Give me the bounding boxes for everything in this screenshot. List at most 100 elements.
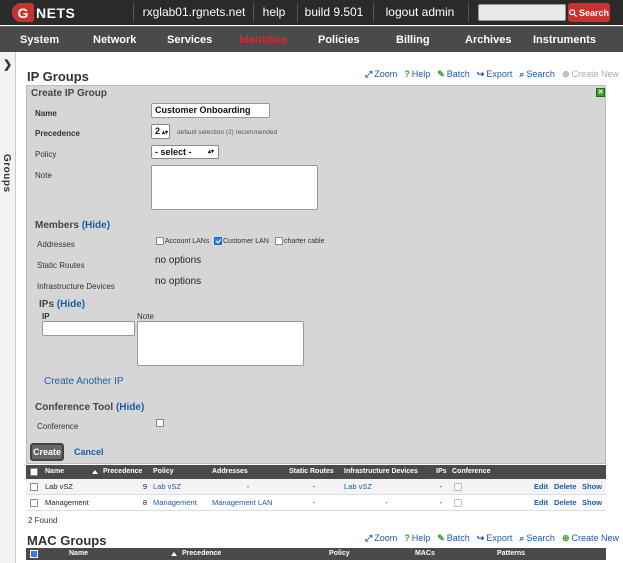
- ip-groups-toolbar: ⤢ Zoom ? Help ✎ Batch ↪ Export ⌕ Search ⊕ Crea…: [358, 67, 619, 81]
- search-icon: [569, 8, 577, 17]
- col-name[interactable]: Name: [69, 548, 88, 560]
- row-policy-link[interactable]: Lab vSZ: [153, 479, 181, 495]
- ips-hide-link[interactable]: (Hide): [57, 299, 85, 310]
- table-row: Lab vSZ 9 Lab vSZ - - Lab vSZ - Edit Del…: [26, 479, 606, 495]
- col-policy[interactable]: Policy: [329, 548, 350, 560]
- col-addresses[interactable]: Addresses: [212, 465, 248, 479]
- row-edit-link[interactable]: Edit: [534, 495, 548, 511]
- create-button[interactable]: Create: [30, 443, 64, 461]
- batch-tool[interactable]: ✎ Batch: [437, 69, 470, 80]
- batch-tool[interactable]: ✎ Batch: [437, 533, 470, 544]
- precedence-value: 2: [155, 126, 161, 136]
- col-conference[interactable]: Conference: [452, 465, 491, 479]
- create-new-tool[interactable]: ⊕ Create New: [562, 533, 619, 544]
- charter-cable-label: charter cable: [284, 238, 325, 245]
- nav-identities[interactable]: Identities: [239, 27, 287, 53]
- row-delete-link[interactable]: Delete: [554, 495, 577, 511]
- create-ip-group-panel: Create IP Group ✕ Name Customer Onboardi…: [26, 85, 606, 464]
- row-delete-link[interactable]: Delete: [554, 479, 577, 495]
- help-tool[interactable]: ? Help: [404, 533, 430, 543]
- create-new-tool: ⊕ Create New: [562, 69, 619, 80]
- note-textarea[interactable]: [151, 165, 318, 210]
- global-search-button[interactable]: Search: [568, 3, 610, 22]
- name-label: Name: [35, 109, 57, 118]
- export-tool[interactable]: ↪ Export: [477, 69, 513, 80]
- global-search-input[interactable]: [478, 4, 566, 21]
- row-infra-link[interactable]: Lab vSZ: [344, 479, 372, 495]
- logo[interactable]: G NETS: [12, 2, 75, 23]
- customer-lan-checkbox[interactable]: [214, 237, 222, 245]
- chevron-down-icon: ▴▾: [208, 149, 215, 155]
- logout-link[interactable]: logout admin: [377, 0, 463, 25]
- nav-network[interactable]: Network: [93, 27, 136, 53]
- nav-billing[interactable]: Billing: [396, 27, 430, 53]
- conference-checkbox[interactable]: [156, 419, 164, 427]
- col-static-routes[interactable]: Static Routes: [289, 465, 334, 479]
- col-policy[interactable]: Policy: [153, 465, 174, 479]
- nav-services[interactable]: Services: [167, 27, 212, 53]
- chevron-right-icon[interactable]: ❯: [3, 58, 12, 71]
- close-icon[interactable]: ✕: [596, 88, 605, 97]
- row-show-link[interactable]: Show: [582, 479, 602, 495]
- name-field[interactable]: Customer Onboarding: [151, 103, 270, 118]
- nav-instruments[interactable]: Instruments: [533, 27, 596, 53]
- nav-archives[interactable]: Archives: [465, 27, 511, 53]
- search-tool[interactable]: ⌕ Search: [519, 533, 555, 544]
- export-icon: ↪: [476, 532, 485, 543]
- row-addresses-link[interactable]: Management LAN: [212, 495, 272, 511]
- row-policy-link[interactable]: Management: [153, 495, 197, 511]
- rail-label: Groups: [1, 154, 12, 193]
- row-edit-link[interactable]: Edit: [534, 479, 548, 495]
- charter-cable-checkbox[interactable]: [275, 237, 283, 245]
- logo-mark: G: [12, 3, 34, 22]
- plus-icon: ⊕: [561, 532, 570, 543]
- conference-hide-link[interactable]: (Hide): [116, 402, 144, 413]
- search-tool[interactable]: ⌕ Search: [519, 69, 555, 80]
- row-checkbox[interactable]: [30, 499, 38, 507]
- help-link[interactable]: help: [256, 0, 292, 25]
- note-column-label: Note: [137, 312, 154, 321]
- infra-devices-value: no options: [155, 276, 202, 287]
- col-macs[interactable]: MACs: [415, 548, 435, 560]
- col-precedence[interactable]: Precedence: [182, 548, 221, 560]
- ip-field[interactable]: [42, 321, 135, 336]
- col-precedence[interactable]: Precedence: [103, 465, 142, 479]
- create-another-ip-link[interactable]: Create Another IP: [44, 376, 124, 387]
- account-lans-label: Account LANs: [165, 238, 210, 245]
- row-static-routes: -: [312, 482, 316, 491]
- zoom-tool[interactable]: ⤢ Zoom: [365, 69, 397, 80]
- row-checkbox[interactable]: [30, 483, 38, 491]
- nav-system[interactable]: System: [20, 27, 59, 53]
- members-hide-link[interactable]: (Hide): [82, 220, 110, 231]
- help-tool[interactable]: ? Help: [404, 69, 430, 79]
- col-name[interactable]: Name: [45, 465, 64, 479]
- zoom-tool[interactable]: ⤢ Zoom: [365, 533, 397, 544]
- account-lans-checkbox[interactable]: [156, 237, 164, 245]
- policy-label: Policy: [35, 150, 57, 159]
- select-all-checkbox[interactable]: [30, 550, 38, 558]
- nav-policies[interactable]: Policies: [318, 27, 360, 53]
- select-all-checkbox[interactable]: [30, 468, 38, 476]
- static-routes-value: no options: [155, 255, 202, 266]
- zoom-label: Zoom: [374, 533, 398, 543]
- export-tool[interactable]: ↪ Export: [477, 533, 513, 544]
- sort-ascending-icon[interactable]: [92, 470, 98, 474]
- zoom-icon: ⤢: [365, 532, 373, 543]
- search-button-label: Search: [578, 7, 610, 18]
- mac-groups-toolbar: ⤢ Zoom ? Help ✎ Batch ↪ Export ⌕ Search ⊕ Crea…: [358, 531, 619, 545]
- policy-select[interactable]: - select - ▴▾: [151, 145, 219, 159]
- table-row: Management 8 Management Management LAN -…: [26, 495, 606, 511]
- row-conference-checkbox: [454, 499, 462, 507]
- row-show-link[interactable]: Show: [582, 495, 602, 511]
- result-count: 2 Found: [28, 516, 58, 525]
- row-ips: -: [439, 498, 443, 507]
- col-infra-devices[interactable]: Infrastructure Devices: [344, 465, 418, 479]
- zoom-label: Zoom: [374, 69, 398, 79]
- col-ips[interactable]: IPs: [436, 465, 447, 479]
- col-patterns[interactable]: Patterns: [497, 548, 525, 560]
- ip-note-textarea[interactable]: [137, 321, 304, 366]
- cancel-link[interactable]: Cancel: [74, 447, 104, 457]
- precedence-select[interactable]: 2 ▴▾: [151, 124, 170, 139]
- groups-rail[interactable]: ❯ Groups: [0, 52, 16, 563]
- sort-ascending-icon[interactable]: [171, 552, 177, 556]
